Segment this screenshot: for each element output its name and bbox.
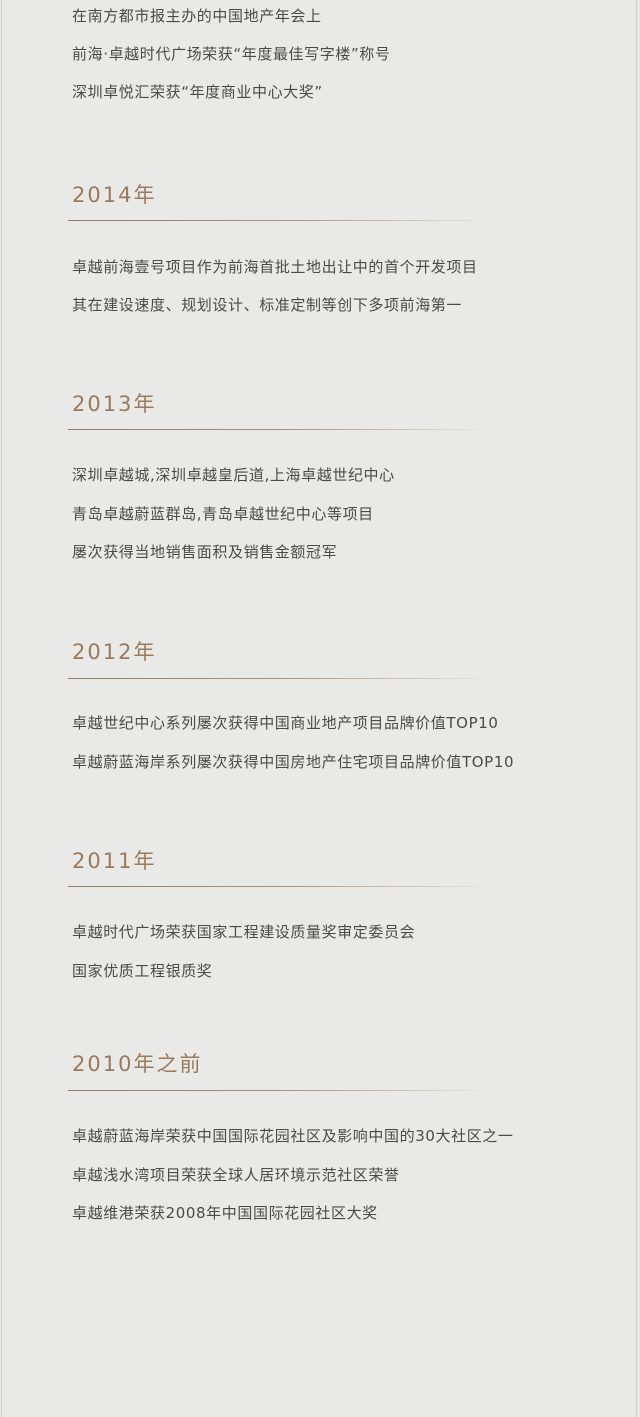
section-divider <box>68 678 478 679</box>
award-line: 卓越前海壹号项目作为前海首批土地出让中的首个开发项目 <box>72 258 478 276</box>
year-heading-2011: 2011年 <box>72 849 157 873</box>
year-heading-pre-2010: 2010年之前 <box>72 1052 203 1076</box>
intro-line: 深圳卓悦汇荣获“年度商业中心大奖” <box>72 83 323 101</box>
section-divider <box>68 1090 478 1091</box>
year-heading-2013: 2013年 <box>72 392 157 416</box>
award-line: 青岛卓越蔚蓝群岛,青岛卓越世纪中心等项目 <box>72 505 374 523</box>
section-divider <box>68 220 478 221</box>
award-line: 卓越时代广场荣获国家工程建设质量奖审定委员会 <box>72 923 416 941</box>
year-heading-2012: 2012年 <box>72 640 157 664</box>
award-line: 屡次获得当地销售面积及销售金额冠军 <box>72 543 338 561</box>
intro-line: 在南方都市报主办的中国地产年会上 <box>72 7 322 25</box>
year-heading-2014: 2014年 <box>72 183 157 207</box>
award-line: 卓越浅水湾项目荣获全球人居环境示范社区荣誉 <box>72 1166 400 1184</box>
award-line: 卓越维港荣获2008年中国国际花园社区大奖 <box>72 1204 378 1222</box>
intro-line: 前海·卓越时代广场荣获“年度最佳写字楼”称号 <box>72 45 391 63</box>
awards-page: 在南方都市报主办的中国地产年会上 前海·卓越时代广场荣获“年度最佳写字楼”称号 … <box>1 0 637 1417</box>
award-line: 国家优质工程银质奖 <box>72 962 213 980</box>
award-line: 卓越蔚蓝海岸荣获中国国际花园社区及影响中国的30大社区之一 <box>72 1127 514 1145</box>
section-divider <box>68 886 478 887</box>
award-line: 卓越蔚蓝海岸系列屡次获得中国房地产住宅项目品牌价值TOP10 <box>72 753 515 771</box>
section-divider <box>68 429 478 430</box>
award-line: 其在建设速度、规划设计、标准定制等创下多项前海第一 <box>72 296 463 314</box>
award-line: 深圳卓越城,深圳卓越皇后道,上海卓越世纪中心 <box>72 466 395 484</box>
award-line: 卓越世纪中心系列屡次获得中国商业地产项目品牌价值TOP10 <box>72 714 499 732</box>
